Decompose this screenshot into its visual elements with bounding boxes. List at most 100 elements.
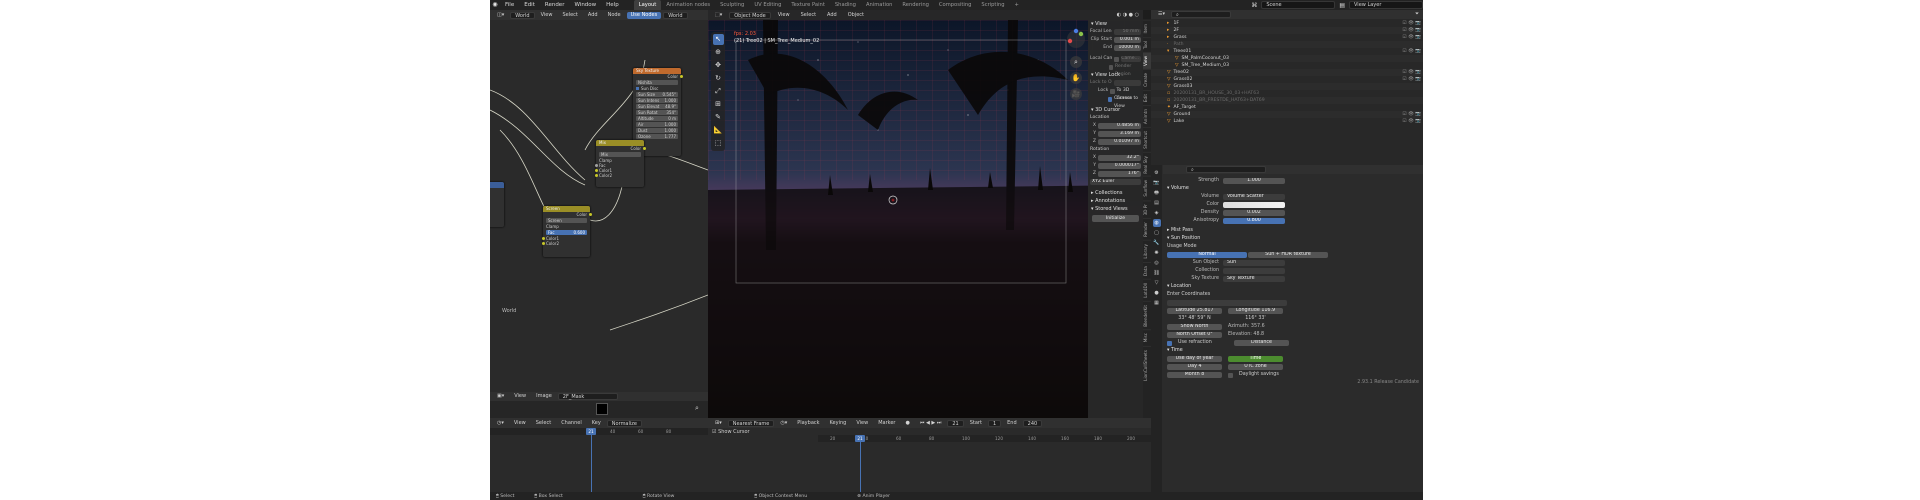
outliner-type-icon[interactable]: ☰▾	[1154, 11, 1169, 18]
time-subsection-header[interactable]: ▾ Time	[1163, 347, 1423, 355]
month-field[interactable]: Month 8	[1167, 372, 1222, 378]
camera-to-view-checkbox[interactable]	[1108, 96, 1112, 102]
filter-icon[interactable]: ⏷	[1411, 11, 1423, 18]
timeline-playhead[interactable]: 21	[855, 435, 865, 442]
longitude-field[interactable]: Longitude 116.9	[1228, 308, 1283, 314]
sidebar-tab-shortcut[interactable]: Shortcut	[1143, 126, 1151, 152]
vp-menu-view[interactable]: View	[774, 12, 794, 19]
start-frame-field[interactable]: 1	[987, 419, 1002, 427]
sun-rotation-field[interactable]: Sun Rotat 354°	[636, 110, 678, 115]
image-menu-image[interactable]: Image	[532, 393, 556, 400]
outliner-row[interactable]: ▽ Lake ☑ 👁 📷	[1151, 118, 1423, 125]
outliner-row[interactable]: ✦ AF_Target	[1151, 104, 1423, 111]
cropped-node[interactable]	[490, 182, 504, 227]
view-section-header[interactable]: ▾ View	[1088, 20, 1143, 28]
texture-tab-icon[interactable]: ▦	[1153, 299, 1161, 307]
outliner-row[interactable]: ▽ Tree02 ☑ 👁 📷	[1151, 69, 1423, 76]
normalize-toggle[interactable]: Normalize	[606, 419, 642, 427]
density-field[interactable]: 0.002	[1223, 210, 1285, 216]
rot-z-field[interactable]: 176°	[1098, 171, 1141, 177]
tl-menu-playback[interactable]: Playback	[793, 420, 823, 427]
ds-menu-select[interactable]: Select	[532, 420, 555, 427]
cursor-y-field[interactable]: 3.169 m	[1098, 131, 1141, 137]
clip-end-field[interactable]: 10000 m	[1114, 45, 1141, 51]
mist-pass-header[interactable]: ▸ Mist Pass	[1163, 227, 1423, 235]
render-tab-icon[interactable]: 📷	[1153, 179, 1161, 187]
dopesheet-type-icon[interactable]: ◷▾	[493, 420, 508, 427]
tab-shading[interactable]: Shading	[830, 0, 861, 10]
view-layer-field[interactable]: View Layer	[1349, 1, 1423, 9]
image-thumbnail[interactable]	[596, 403, 608, 415]
viewport-type-icon[interactable]: ⬚▾	[711, 12, 726, 19]
data-tab-icon[interactable]: ▽	[1153, 279, 1161, 287]
zoom-icon[interactable]: ⌕	[1070, 56, 1082, 68]
mode-hdr-button[interactable]: Sun + HDR texture	[1248, 252, 1328, 258]
outliner-row[interactable]: ▽ Grass02 ☑ 👁 📷	[1151, 76, 1423, 83]
day-field[interactable]: Day 4	[1167, 364, 1222, 370]
tab-texture-paint[interactable]: Texture Paint	[786, 0, 829, 10]
sidebar-tab-3d-print[interactable]: 3D Pr	[1143, 199, 1151, 219]
end-frame-field[interactable]: 240	[1022, 419, 1043, 427]
3d-cursor-header[interactable]: ▾ 3D Cursor	[1088, 106, 1143, 114]
image-editor-type-icon[interactable]: ▣▾	[493, 393, 508, 400]
location-subsection-header[interactable]: ▾ Location	[1163, 283, 1423, 291]
outliner-row[interactable]: ▸ Grass ☑ 👁 📷	[1151, 34, 1423, 41]
sidebar-tab-misc[interactable]: Misc	[1143, 329, 1151, 346]
latitude-field[interactable]: Latitude 25.817	[1167, 308, 1222, 314]
collection-field[interactable]	[1223, 268, 1285, 274]
select-box-tool-icon[interactable]: ↖	[712, 34, 724, 45]
image-menu-view[interactable]: View	[510, 393, 530, 400]
tool-tab-icon[interactable]: ⚙	[1153, 169, 1161, 177]
volume-color-swatch[interactable]	[1223, 202, 1285, 208]
ds-menu-key[interactable]: Key	[588, 420, 605, 427]
outliner-row[interactable]: ▫ 20200131_BR_HOUSE_30_03+HAT63	[1151, 90, 1423, 97]
outliner-row[interactable]: ▽ SM_Tree_Medium_03	[1151, 62, 1423, 69]
utc-zone-field[interactable]: UTC zone	[1228, 364, 1283, 370]
cursor-z-field[interactable]: 0.01097 m	[1098, 139, 1141, 145]
tab-compositing[interactable]: Compositing	[934, 0, 977, 10]
move-tool-icon[interactable]: ✥	[713, 60, 724, 71]
outliner-row[interactable]: ▾ Trees01 ☑ 👁 📷	[1151, 48, 1423, 55]
tab-uv-editing[interactable]: UV Editing	[749, 0, 786, 10]
sidebar-tab-animtn[interactable]: Animtn	[1143, 104, 1151, 127]
menu-render[interactable]: Render	[540, 0, 570, 10]
image-name-field[interactable]: 2F_Mask	[557, 393, 618, 400]
view-layer-tab-icon[interactable]: ▤	[1153, 199, 1161, 207]
rot-x-field[interactable]: 32.2°	[1098, 155, 1141, 161]
outliner-row[interactable]: ▸ 2F ☑ 👁 📷	[1151, 27, 1423, 34]
dopesheet-ruler[interactable]: 40 60 80	[490, 428, 708, 435]
air-field[interactable]: Air 1.000	[636, 122, 678, 127]
menu-window[interactable]: Window	[569, 0, 601, 10]
object-tab-icon[interactable]: ▢	[1153, 229, 1161, 237]
outliner-row[interactable]: ▸ 1F ☑ 👁 📷	[1151, 20, 1423, 27]
screen-clamp-checkbox[interactable]: Clamp	[543, 224, 590, 229]
screen-mode-select[interactable]: Screen	[546, 218, 587, 223]
tab-layout[interactable]: Layout	[633, 0, 662, 10]
show-north-button[interactable]: Show North	[1167, 324, 1222, 330]
sidebar-tab-data[interactable]: Data	[1143, 261, 1151, 279]
properties-search-input[interactable]: ⌕	[1186, 166, 1266, 173]
annotations-header[interactable]: ▸ Annotations	[1088, 197, 1143, 205]
anisotropy-field[interactable]: 0.800	[1223, 218, 1285, 224]
3d-viewport[interactable]: ⬚▾ Object Mode View Select Add Object ◐ …	[708, 10, 1143, 418]
snap-icon[interactable]: ⊞▾	[711, 420, 726, 427]
north-offset-field[interactable]: North Offset 0°	[1167, 332, 1222, 338]
tab-animation[interactable]: Animation	[861, 0, 897, 10]
rot-y-field[interactable]: 0.000017°	[1098, 163, 1141, 169]
sidebar-tab-create[interactable]: Create	[1143, 68, 1151, 90]
scene-tab-icon[interactable]: ◈	[1153, 209, 1161, 217]
add-workspace-button[interactable]: +	[1010, 0, 1024, 10]
vp-menu-object[interactable]: Object	[844, 12, 868, 19]
material-tab-icon[interactable]: ●	[1153, 289, 1161, 297]
timeline-type-icon[interactable]: ◷▾	[776, 420, 791, 427]
lock-object-field[interactable]	[1114, 80, 1141, 86]
sun-intensity-field[interactable]: Sun Intens 1.000	[636, 98, 678, 103]
tab-rendering[interactable]: Rendering	[897, 0, 934, 10]
physics-tab-icon[interactable]: ◎	[1153, 259, 1161, 267]
outliner-row[interactable]: · Path	[1151, 41, 1423, 48]
stored-views-header[interactable]: ▾ Stored Views	[1088, 205, 1143, 213]
tab-animation-nodes[interactable]: Animation nodes	[661, 0, 715, 10]
transform-tool-icon[interactable]: ⊞	[713, 99, 724, 110]
volume-shader-select[interactable]: Volume Scatter	[1223, 194, 1285, 200]
outliner-row[interactable]: ▽ Grass03	[1151, 83, 1423, 90]
